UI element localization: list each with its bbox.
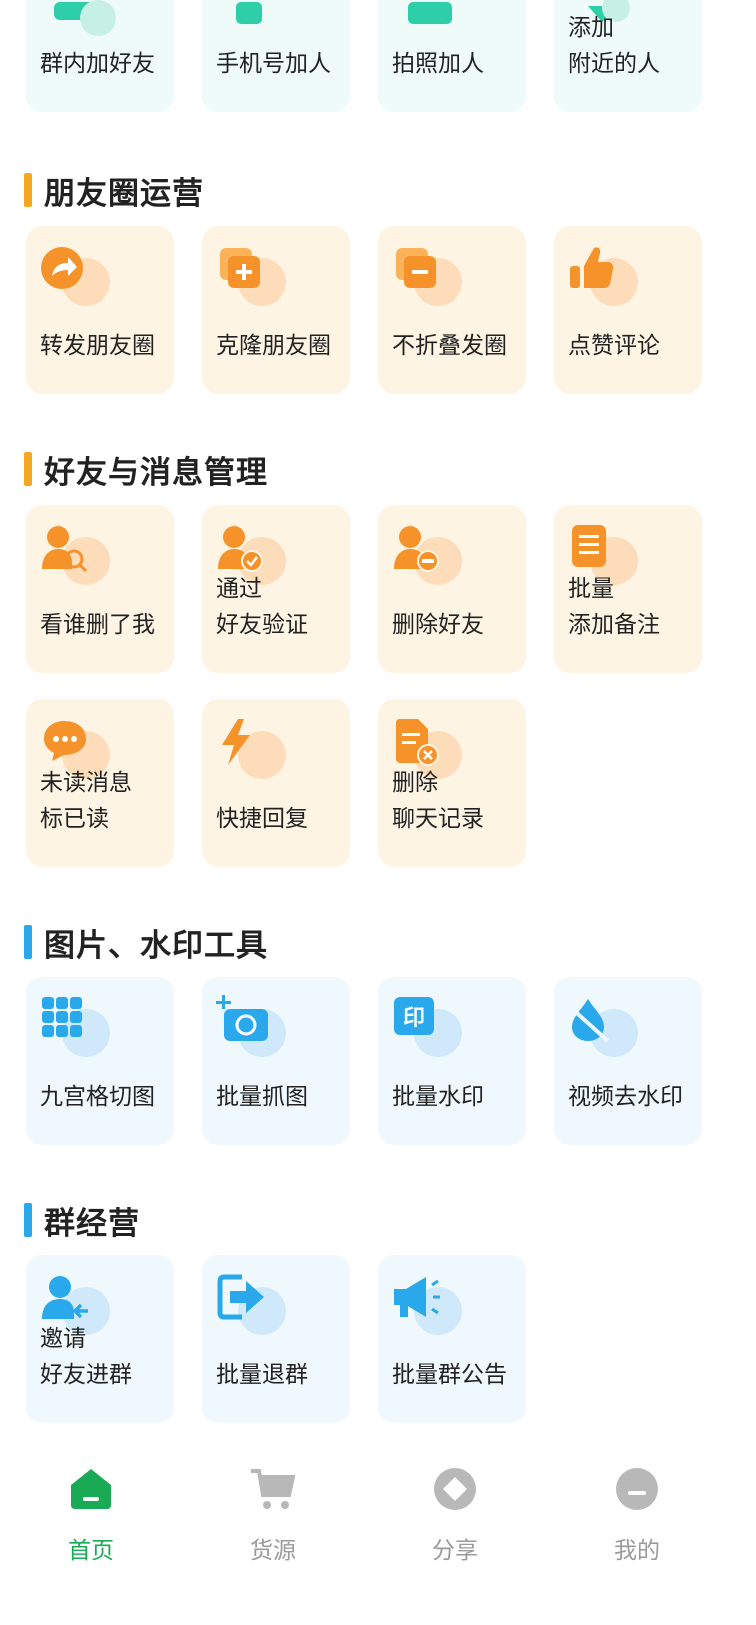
add-by-phone-card[interactable]: 手机号加人 [202, 0, 350, 112]
batch-watermark-card[interactable]: 印 批量水印 [378, 977, 526, 1145]
section-title-group: 群经营 [24, 1203, 140, 1242]
card-label: 转发朋友圈 [40, 333, 155, 359]
lightning-icon [216, 717, 288, 781]
card-label: 群内加好友 [40, 51, 155, 77]
card-label: 通过 好友验证 [216, 576, 308, 638]
tab-label: 货源 [250, 1538, 296, 1564]
stamp-icon: 印 [392, 995, 464, 1059]
clone-moments-card[interactable]: 克隆朋友圈 [202, 226, 350, 394]
card-label: 克隆朋友圈 [216, 333, 331, 359]
card-label: 未读消息 标已读 [40, 770, 132, 832]
card-label: 看谁删了我 [40, 612, 155, 638]
bottom-tab-bar: 首页 货源 分享 我的 [0, 1445, 756, 1625]
tab-label: 首页 [68, 1538, 114, 1564]
batch-exit-group-card[interactable]: 批量退群 [202, 1255, 350, 1423]
like-comment-card[interactable]: 点赞评论 [554, 226, 702, 394]
remove-video-watermark-card[interactable]: 视频去水印 [554, 977, 702, 1145]
section-title-moments: 朋友圈运营 [24, 173, 204, 212]
no-fold-icon [392, 244, 464, 308]
card-label: 删除好友 [392, 612, 484, 638]
water-drop-icon [568, 995, 640, 1059]
card-label: 添加 附近的人 [568, 15, 660, 77]
card-label: 批量 添加备注 [568, 576, 660, 638]
phone-icon [216, 0, 288, 26]
share-diamond-icon [433, 1467, 477, 1511]
card-label: 批量水印 [392, 1084, 484, 1110]
megaphone-icon [392, 1273, 464, 1337]
batch-announcement-card[interactable]: 批量群公告 [378, 1255, 526, 1423]
cart-icon [251, 1467, 296, 1511]
card-label: 邀请 好友进群 [40, 1326, 132, 1388]
section-title-friends: 好友与消息管理 [24, 452, 268, 491]
card-label: 批量抓图 [216, 1084, 308, 1110]
group-add-icon [40, 0, 116, 36]
grid-crop-card[interactable]: 九宫格切图 [26, 977, 174, 1145]
delete-friend-card[interactable]: 删除好友 [378, 505, 526, 673]
card-label: 快捷回复 [216, 806, 308, 832]
card-label: 九宫格切图 [40, 1084, 155, 1110]
quick-reply-card[interactable]: 快捷回复 [202, 699, 350, 867]
forward-moments-card[interactable]: 转发朋友圈 [26, 226, 174, 394]
grid-icon [40, 995, 112, 1059]
batch-grab-card[interactable]: 批量抓图 [202, 977, 350, 1145]
section-title-image-tools: 图片、水印工具 [24, 925, 268, 964]
clone-icon [216, 244, 288, 308]
profile-icon [615, 1467, 659, 1511]
card-label: 手机号加人 [216, 51, 331, 77]
tab-supply[interactable]: 货源 [203, 1467, 343, 1587]
no-fold-post-card[interactable]: 不折叠发圈 [378, 226, 526, 394]
card-label: 批量群公告 [392, 1362, 507, 1388]
tab-share[interactable]: 分享 [385, 1467, 525, 1587]
tab-label: 分享 [432, 1538, 478, 1564]
delete-chat-card[interactable]: 删除 聊天记录 [378, 699, 526, 867]
exit-icon [216, 1273, 288, 1337]
card-label: 拍照加人 [392, 51, 484, 77]
user-remove-icon [392, 523, 464, 587]
invite-to-group-card[interactable]: 邀请 好友进群 [26, 1255, 174, 1423]
add-nearby-card[interactable]: 添加 附近的人 [554, 0, 702, 112]
tab-label: 我的 [614, 1538, 660, 1564]
mark-unread-card[interactable]: 未读消息 标已读 [26, 699, 174, 867]
camera-icon [392, 0, 464, 26]
add-by-photo-card[interactable]: 拍照加人 [378, 0, 526, 112]
batch-remark-card[interactable]: 批量 添加备注 [554, 505, 702, 673]
home-icon [69, 1467, 113, 1511]
card-label: 批量退群 [216, 1362, 308, 1388]
card-label: 删除 聊天记录 [392, 770, 484, 832]
add-group-friend-card[interactable]: 群内加好友 [26, 0, 174, 112]
card-label: 点赞评论 [568, 333, 660, 359]
thumbs-up-icon [568, 244, 640, 308]
who-deleted-me-card[interactable]: 看谁删了我 [26, 505, 174, 673]
accept-friend-card[interactable]: 通过 好友验证 [202, 505, 350, 673]
share-arrow-icon [40, 244, 112, 308]
svg-text:印: 印 [403, 1006, 425, 1031]
card-label: 不折叠发圈 [392, 333, 507, 359]
tab-home[interactable]: 首页 [21, 1467, 161, 1587]
tab-profile[interactable]: 我的 [567, 1467, 707, 1587]
card-label: 视频去水印 [568, 1084, 683, 1110]
camera-add-icon [216, 995, 288, 1059]
user-search-icon [40, 523, 112, 587]
